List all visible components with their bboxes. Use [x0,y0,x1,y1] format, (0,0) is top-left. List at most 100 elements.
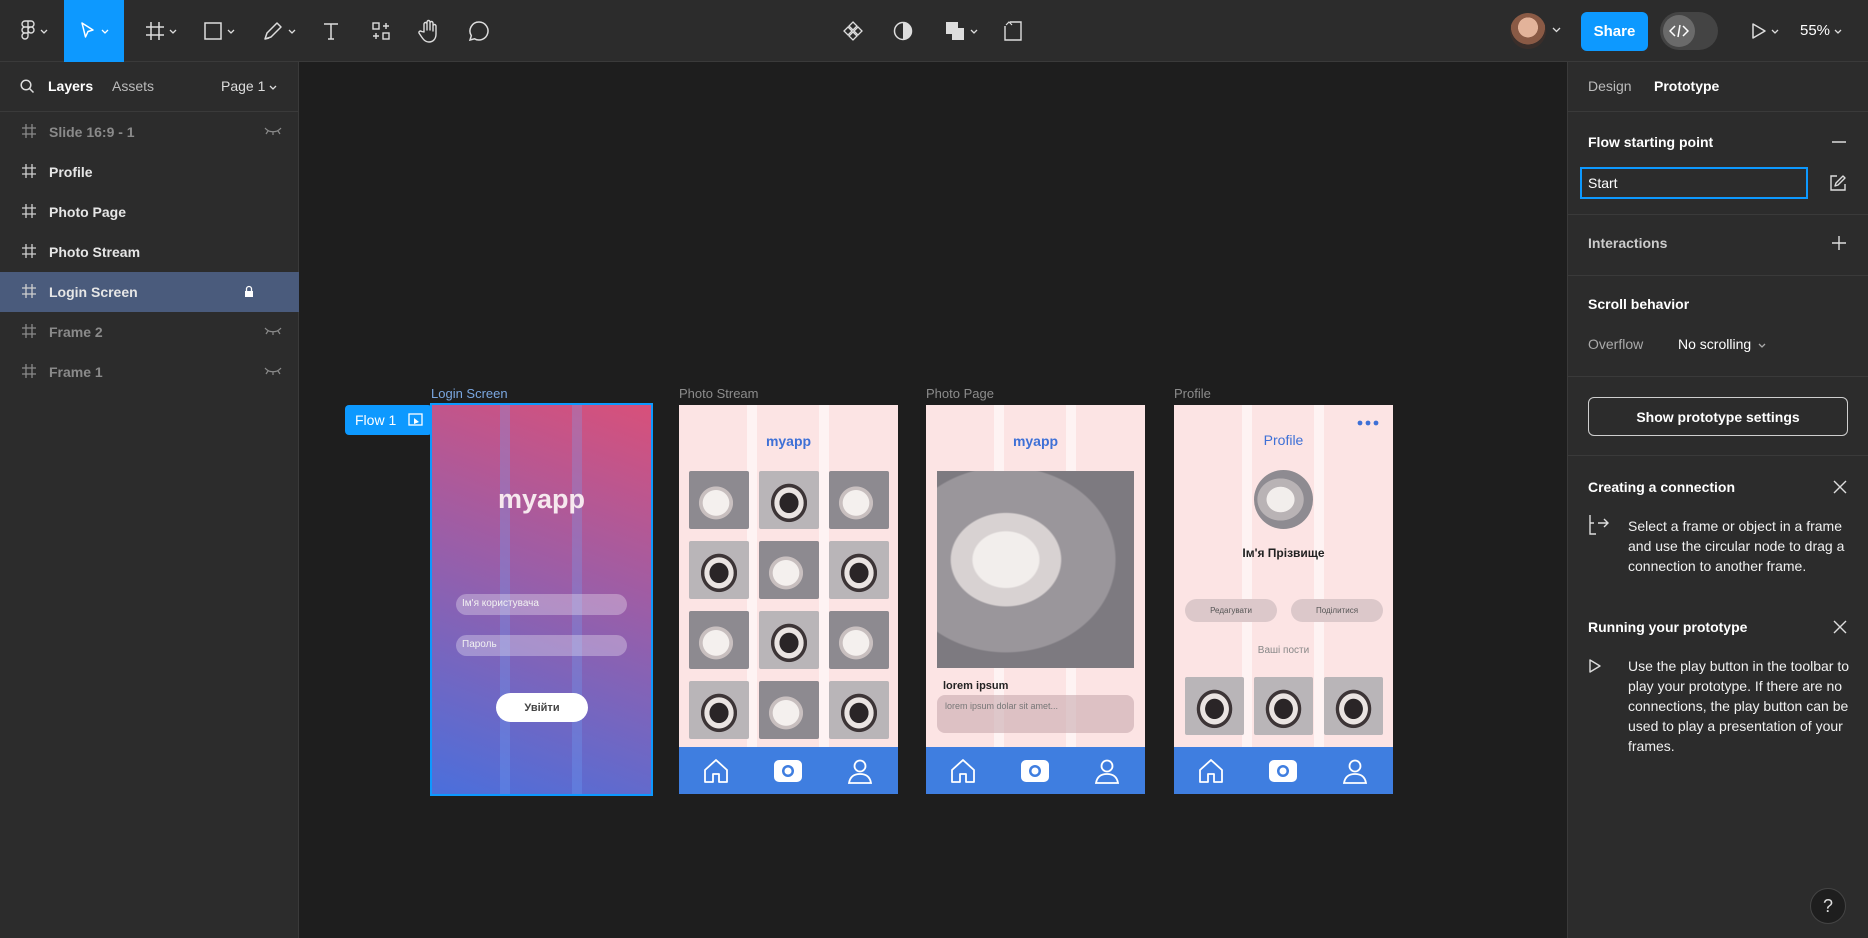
text-tool-button[interactable] [316,0,346,62]
profile-avatar[interactable] [1254,470,1313,529]
user-icon[interactable] [1094,758,1120,784]
show-prototype-settings-button[interactable]: Show prototype settings [1588,397,1848,436]
photo-thumbnail[interactable] [759,681,819,739]
dev-mode-toggle[interactable] [1660,12,1718,50]
frame-label-login[interactable]: Login Screen [431,386,508,401]
flow-name-input[interactable] [1580,167,1808,199]
camera-icon[interactable] [1020,758,1050,784]
layer-row[interactable]: Slide 16:9 - 1 [0,112,299,152]
photo-thumbnail[interactable] [829,611,889,669]
pen-tool-button[interactable] [258,0,300,62]
camera-icon[interactable] [773,758,803,784]
layer-name: Profile [49,164,93,180]
layer-row[interactable]: Login Screen [0,272,299,312]
photo-thumbnail[interactable] [759,611,819,669]
overflow-select[interactable]: No scrolling [1678,336,1766,352]
close-icon[interactable] [1833,620,1847,634]
resources-button[interactable] [366,0,396,62]
eye-closed-icon[interactable] [264,366,282,376]
play-icon [1589,659,1601,673]
layer-row[interactable]: Photo Page [0,192,299,232]
minus-icon[interactable] [1832,141,1846,143]
layer-name: Slide 16:9 - 1 [49,124,135,140]
frame-icon [22,204,36,218]
post-thumbnail[interactable] [1324,677,1383,735]
avatar[interactable] [1510,13,1546,49]
share-profile-button[interactable]: Поділитися [1291,599,1383,622]
layer-row[interactable]: Frame 2 [0,312,299,352]
frame-icon [22,124,36,138]
eye-closed-icon[interactable] [264,126,282,136]
layer-row[interactable]: Photo Stream [0,232,299,272]
login-button[interactable]: Увійти [496,693,588,722]
photo-thumbnail[interactable] [759,471,819,529]
shape-tool-button[interactable] [198,0,240,62]
frame-photo-stream[interactable]: myapp [679,405,898,794]
photo-thumbnail[interactable] [829,681,889,739]
mask-button[interactable] [888,0,918,62]
photo-thumbnail[interactable] [689,541,749,599]
photo-thumbnail[interactable] [829,541,889,599]
username-field[interactable]: Ім'я користувача [456,594,627,615]
frame-photo-page[interactable]: myapp lorem ipsum lorem ipsum dolar sit … [926,405,1145,794]
hand-icon [418,19,437,43]
chevron-down-icon[interactable] [1552,27,1561,33]
play-icon [1752,23,1766,39]
help-button[interactable]: ? [1810,888,1846,924]
photo-thumbnail[interactable] [689,681,749,739]
photo-thumbnail[interactable] [759,541,819,599]
close-icon[interactable] [1833,480,1847,494]
camera-icon[interactable] [1268,758,1298,784]
more-icon[interactable] [1357,420,1379,426]
tab-design[interactable]: Design [1588,78,1632,94]
user-icon[interactable] [847,758,873,784]
photo-thumbnail[interactable] [689,611,749,669]
eye-closed-icon[interactable] [264,326,282,336]
home-icon[interactable] [702,758,730,784]
chevron-down-icon [269,85,277,90]
password-field[interactable]: Пароль [456,635,627,656]
boolean-button[interactable] [940,0,982,62]
flow-badge[interactable]: Flow 1 [345,405,432,435]
page-selector[interactable]: Page 1 [221,78,277,94]
create-component-button[interactable] [838,0,868,62]
user-icon[interactable] [1342,758,1368,784]
main-menu-button[interactable] [14,0,54,62]
layer-row[interactable]: Profile [0,152,299,192]
zoom-level[interactable]: 55% [1800,22,1842,39]
main-photo[interactable] [937,471,1134,668]
edit-profile-button[interactable]: Редагувати [1185,599,1277,622]
plus-icon[interactable] [1832,236,1846,250]
interactions-title: Interactions [1588,235,1668,251]
tab-assets[interactable]: Assets [112,78,154,94]
chevron-down-icon [970,29,978,34]
frame-label-profile[interactable]: Profile [1174,386,1211,401]
layer-row[interactable]: Frame 1 [0,352,299,392]
post-thumbnail[interactable] [1185,677,1244,735]
photo-thumbnail[interactable] [829,471,889,529]
tab-prototype[interactable]: Prototype [1654,78,1719,94]
post-thumbnail[interactable] [1254,677,1313,735]
photo-thumbnail[interactable] [689,471,749,529]
edit-icon[interactable] [1829,174,1847,192]
crop-button[interactable] [998,0,1028,62]
move-tool-button[interactable] [64,0,124,62]
photo-app-title: myapp [1012,433,1059,449]
hand-tool-button[interactable] [414,0,444,62]
frame-label-stream[interactable]: Photo Stream [679,386,759,401]
canvas[interactable]: Login Screen Photo Stream Photo Page Pro… [300,62,1567,938]
frame-profile[interactable]: Profile Ім'я Прізвище Редагувати Поділит… [1174,405,1393,794]
home-icon[interactable] [1197,758,1225,784]
components-icon [372,22,390,40]
frame-tool-button[interactable] [140,0,182,62]
lock-icon[interactable] [244,285,254,298]
home-icon[interactable] [949,758,977,784]
present-button[interactable] [1744,0,1786,62]
scroll-behavior-title: Scroll behavior [1588,296,1690,312]
share-button[interactable]: Share [1581,12,1648,51]
frame-login-screen[interactable]: myapp Ім'я користувача Пароль Увійти [430,403,653,796]
comment-tool-button[interactable] [464,0,494,62]
search-icon[interactable] [20,79,35,94]
frame-label-photo[interactable]: Photo Page [926,386,994,401]
tab-layers[interactable]: Layers [48,78,93,94]
